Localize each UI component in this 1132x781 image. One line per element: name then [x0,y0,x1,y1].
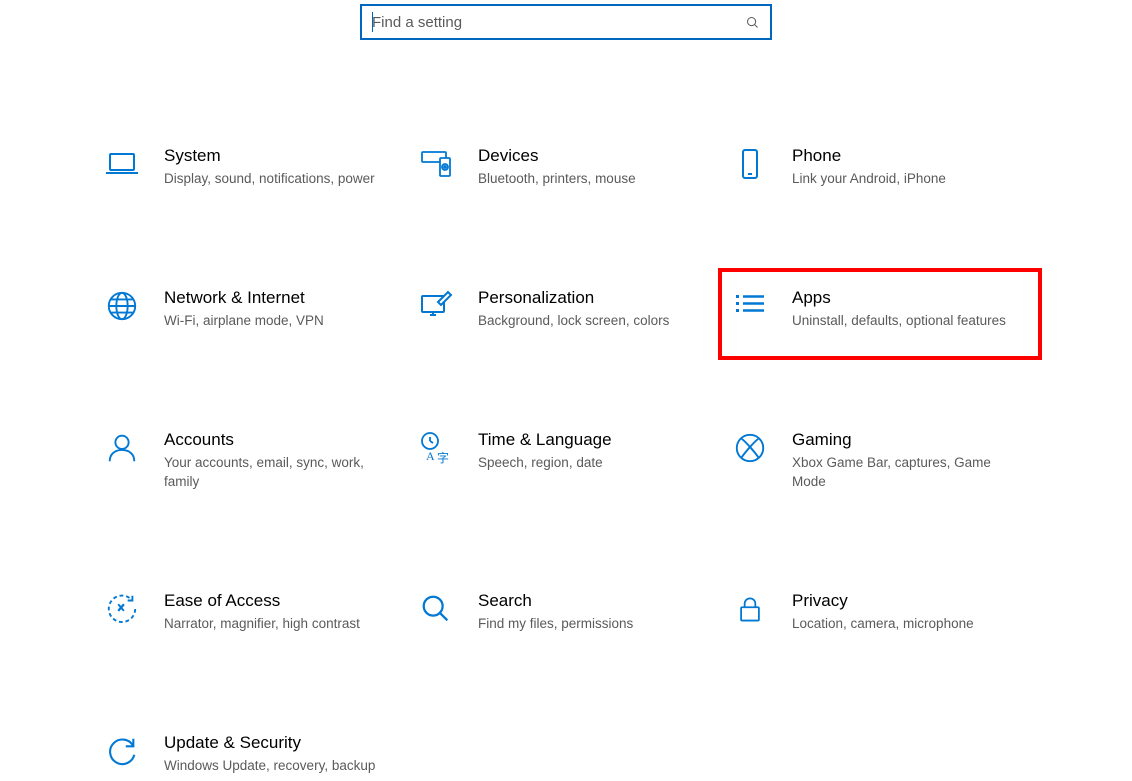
tile-devices[interactable]: Devices Bluetooth, printers, mouse [414,140,718,194]
update-icon [104,733,140,769]
globe-icon [104,288,140,324]
tile-title: Time & Language [478,430,704,450]
tile-accounts[interactable]: Accounts Your accounts, email, sync, wor… [100,424,404,496]
tile-desc: Bluetooth, printers, mouse [478,170,704,188]
ease-of-access-icon [104,591,140,627]
tile-title: Search [478,591,704,611]
tile-title: Update & Security [164,733,390,753]
text-caret [372,12,373,32]
tile-gaming[interactable]: Gaming Xbox Game Bar, captures, Game Mod… [728,424,1032,496]
person-icon [104,430,140,466]
tile-title: Network & Internet [164,288,390,308]
tile-title: Devices [478,146,704,166]
magnifier-icon [418,591,454,627]
tile-desc: Your accounts, email, sync, work, family [164,454,390,490]
search-icon [745,15,760,30]
tile-apps[interactable]: Apps Uninstall, defaults, optional featu… [718,268,1042,360]
devices-icon [418,146,454,182]
svg-text:字: 字 [437,450,449,465]
tile-system[interactable]: System Display, sound, notifications, po… [100,140,404,194]
tile-desc: Find my files, permissions [478,615,704,633]
search-input[interactable] [372,14,745,31]
tile-desc: Background, lock screen, colors [478,312,704,330]
tile-desc: Link your Android, iPhone [792,170,1018,188]
tile-desc: Xbox Game Bar, captures, Game Mode [792,454,1018,490]
svg-text:A: A [426,449,435,463]
tile-title: Phone [792,146,1018,166]
tile-title: Gaming [792,430,1018,450]
tile-title: Apps [792,288,1018,308]
search-box[interactable] [360,4,772,40]
time-language-icon: A 字 [418,430,454,466]
tile-phone[interactable]: Phone Link your Android, iPhone [728,140,1032,194]
apps-list-icon [732,288,768,324]
lock-icon [732,591,768,627]
tile-ease-of-access[interactable]: Ease of Access Narrator, magnifier, high… [100,585,404,639]
tile-desc: Display, sound, notifications, power [164,170,390,188]
tile-desc: Location, camera, microphone [792,615,1018,633]
tile-title: Privacy [792,591,1018,611]
tile-desc: Wi-Fi, airplane mode, VPN [164,312,390,330]
tile-desc: Speech, region, date [478,454,704,472]
settings-grid: System Display, sound, notifications, po… [0,140,1132,781]
tile-title: System [164,146,390,166]
phone-icon [732,146,768,182]
tile-desc: Uninstall, defaults, optional features [792,312,1018,330]
tile-title: Accounts [164,430,390,450]
tile-time-language[interactable]: A 字 Time & Language Speech, region, date [414,424,718,496]
tile-search[interactable]: Search Find my files, permissions [414,585,718,639]
tile-title: Personalization [478,288,704,308]
tile-privacy[interactable]: Privacy Location, camera, microphone [728,585,1032,639]
xbox-icon [732,430,768,466]
laptop-icon [104,146,140,182]
tile-update-security[interactable]: Update & Security Windows Update, recove… [100,727,404,781]
tile-title: Ease of Access [164,591,390,611]
tile-desc: Narrator, magnifier, high contrast [164,615,390,633]
personalization-icon [418,288,454,324]
tile-network[interactable]: Network & Internet Wi-Fi, airplane mode,… [100,282,404,336]
tile-personalization[interactable]: Personalization Background, lock screen,… [414,282,718,336]
